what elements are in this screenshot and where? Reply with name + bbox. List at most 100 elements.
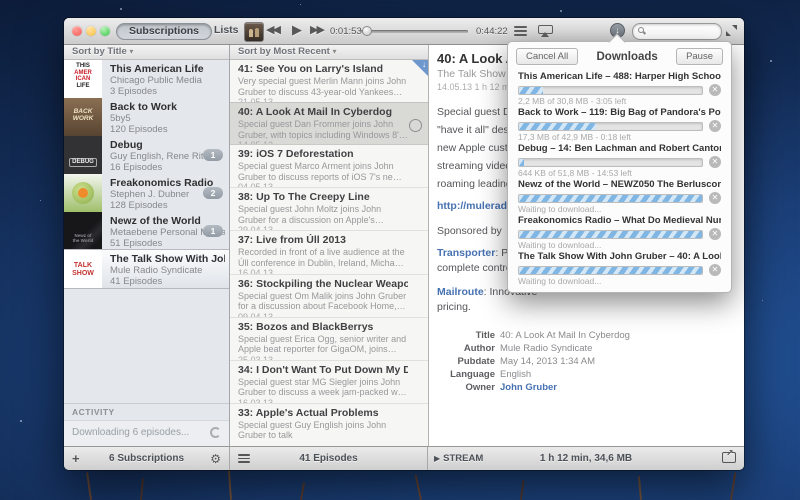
episode-row-35[interactable]: 35: Bozos and BlackBerrys Special guest …	[230, 318, 428, 361]
stream-button[interactable]: ▶STREAM	[434, 453, 483, 464]
close-button[interactable]	[72, 26, 82, 36]
cancel-download-icon[interactable]: ✕	[709, 84, 721, 96]
cancel-download-icon[interactable]: ✕	[709, 264, 721, 276]
minimize-button[interactable]	[86, 26, 96, 36]
cancel-download-icon[interactable]: ✕	[709, 120, 721, 132]
unplayed-badge: 2	[203, 187, 223, 199]
desktop-wallpaper: Subscriptions Lists ◀◀ ▶ ▶▶ 0:01:53 0:44…	[0, 0, 800, 500]
metadata-label: Language	[437, 368, 495, 381]
unplayed-badge: 1	[203, 225, 223, 237]
grass-blade	[730, 472, 736, 500]
download-title: The Talk Show With John Gruber – 40: A L…	[518, 251, 721, 263]
episode-title: 41: See You on Larry's Island	[238, 63, 408, 76]
play-button[interactable]: ▶	[292, 22, 302, 38]
episode-row-41[interactable]: 41: See You on Larry's Island Very speci…	[230, 60, 428, 103]
metadata-row: Owner John Gruber	[437, 381, 736, 394]
now-playing-artwork[interactable]	[244, 22, 264, 42]
podcast-row-debug[interactable]: DEBUG Debug Guy English, Rene Ritchie 16…	[64, 136, 229, 174]
chevron-down-icon: ▾	[333, 47, 337, 56]
search-icon	[638, 27, 644, 33]
episode-description: Special guest John Moltz joins John Grub…	[238, 204, 408, 225]
zoom-button[interactable]	[100, 26, 110, 36]
cancel-download-icon[interactable]: ✕	[709, 192, 721, 204]
podcast-row-freakonomics[interactable]: Freakonomics Radio Stephen J. Dubner 128…	[64, 174, 229, 212]
download-title: This American Life – 488: Harper High Sc…	[518, 71, 721, 83]
episode-row-37[interactable]: 37: Live from Úll 2013 Recorded in front…	[230, 231, 428, 274]
download-progress-bar	[518, 266, 703, 275]
grass-blade	[415, 474, 422, 500]
podcast-row-newz-of-the-world[interactable]: Newz of the World Newz of the World Meta…	[64, 212, 229, 250]
activity-header: ACTIVITY	[64, 403, 229, 420]
search-input[interactable]	[632, 23, 722, 40]
grass-blade	[520, 480, 524, 500]
podcast-row-the-talk-show[interactable]: TALK SHOW The Talk Show With John… Mule …	[64, 249, 229, 289]
download-progress-bar	[518, 158, 703, 167]
gear-icon[interactable]: ⚙	[210, 452, 221, 466]
sponsor-link[interactable]: Mailroute	[437, 286, 484, 298]
episode-sort-header[interactable]: Sort by Most Recent ▾	[230, 45, 428, 60]
share-icon[interactable]	[722, 452, 736, 463]
podcast-row-back-to-work[interactable]: BACK WORK Back to Work 5by5 120 Episodes	[64, 98, 229, 136]
artwork-text: THIS	[64, 63, 102, 70]
list-view-icon[interactable]	[238, 452, 250, 465]
star-dot	[40, 200, 41, 201]
podcast-row-this-american-life[interactable]: THIS AMER ICAN LIFE This American Life C…	[64, 60, 229, 98]
activity-status-row[interactable]: Downloading 6 episodes...	[64, 420, 229, 447]
download-progress-bar	[518, 194, 703, 203]
downloading-progress-ring	[409, 119, 422, 132]
add-subscription-button[interactable]: +	[72, 451, 80, 466]
airplay-icon[interactable]	[538, 25, 553, 34]
metadata-value: Mule Radio Syndicate	[500, 342, 592, 355]
podcast-author: 5by5	[110, 113, 225, 124]
episode-list: Sort by Most Recent ▾ 41: See You on Lar…	[230, 45, 429, 447]
episode-title: 34: I Don't Want To Put Down My Drink	[238, 364, 408, 377]
metadata-value: English	[500, 368, 531, 381]
episode-row-39[interactable]: 39: iOS 7 Deforestation Special guest Ma…	[230, 145, 428, 188]
download-item: Newz of the World – NEWZ050 The Berlusco…	[508, 177, 731, 213]
podcast-title: The Talk Show With John…	[110, 253, 225, 265]
episode-title: 38: Up To The Creepy Line	[238, 191, 408, 204]
metadata-label: Pubdate	[437, 355, 495, 368]
podcast-episode-count: 128 Episodes	[110, 200, 225, 211]
episode-metadata-table: Title 40: A Look At Mail In Cyberdog Aut…	[437, 329, 736, 394]
playback-slider-knob[interactable]	[362, 26, 372, 36]
episode-description: Special guest Om Malik joins John Gruber…	[238, 291, 408, 312]
episode-row-40[interactable]: 40: A Look At Mail In Cyberdog Special g…	[230, 102, 428, 145]
subscriptions-sidebar: Sort by Title ▾ THIS AMER ICAN LIFE This…	[64, 45, 230, 447]
download-item: The Talk Show With John Gruber – 40: A L…	[508, 249, 731, 285]
download-status: Waiting to download...	[518, 276, 721, 287]
episode-description: Recorded in front of a live audience at …	[238, 247, 408, 268]
grass-blade	[638, 476, 642, 500]
podcast-author: Mule Radio Syndicate	[110, 265, 225, 276]
cancel-download-icon[interactable]: ✕	[709, 156, 721, 168]
episode-row-34[interactable]: 34: I Don't Want To Put Down My Drink Sp…	[230, 361, 428, 404]
tab-lists[interactable]: Lists	[214, 24, 239, 36]
activity-spinner-icon	[210, 427, 221, 438]
owner-link[interactable]: John Gruber	[500, 381, 557, 394]
episode-row-36[interactable]: 36: Stockpiling the Nuclear Weapons of… …	[230, 275, 428, 318]
tab-subscriptions[interactable]: Subscriptions	[116, 23, 212, 40]
cancel-download-icon[interactable]: ✕	[709, 228, 721, 240]
cancel-all-button[interactable]: Cancel All	[516, 48, 578, 65]
podcast-list: THIS AMER ICAN LIFE This American Life C…	[64, 60, 229, 403]
forward-button[interactable]: ▶▶	[310, 23, 323, 36]
up-next-icon[interactable]	[514, 26, 527, 36]
fullscreen-icon[interactable]	[726, 25, 737, 36]
episode-row-33[interactable]: 33: Apple's Actual Problems Special gues…	[230, 404, 428, 447]
statusbar-sidebar-section: + 6 Subscriptions ⚙	[64, 447, 230, 470]
episode-title: 37: Live from Úll 2013	[238, 234, 408, 247]
playback-slider[interactable]	[360, 30, 468, 33]
podcast-author: Chicago Public Media	[110, 75, 225, 86]
podcast-artwork: DEBUG	[64, 136, 102, 174]
sponsor-link[interactable]: Transporter	[437, 247, 495, 259]
episode-title: 35: Bozos and BlackBerrys	[238, 321, 408, 334]
metadata-row: Title 40: A Look At Mail In Cyberdog	[437, 329, 736, 342]
statusbar-episodes-section: 41 Episodes	[230, 447, 428, 470]
rewind-button[interactable]: ◀◀	[266, 23, 279, 36]
pause-button[interactable]: Pause	[676, 48, 723, 65]
sidebar-sort-header[interactable]: Sort by Title ▾	[64, 45, 229, 60]
metadata-label: Owner	[437, 381, 495, 394]
download-arrow-icon: ↓	[422, 60, 426, 69]
episode-row-38[interactable]: 38: Up To The Creepy Line Special guest …	[230, 188, 428, 231]
star-dot	[770, 60, 772, 62]
